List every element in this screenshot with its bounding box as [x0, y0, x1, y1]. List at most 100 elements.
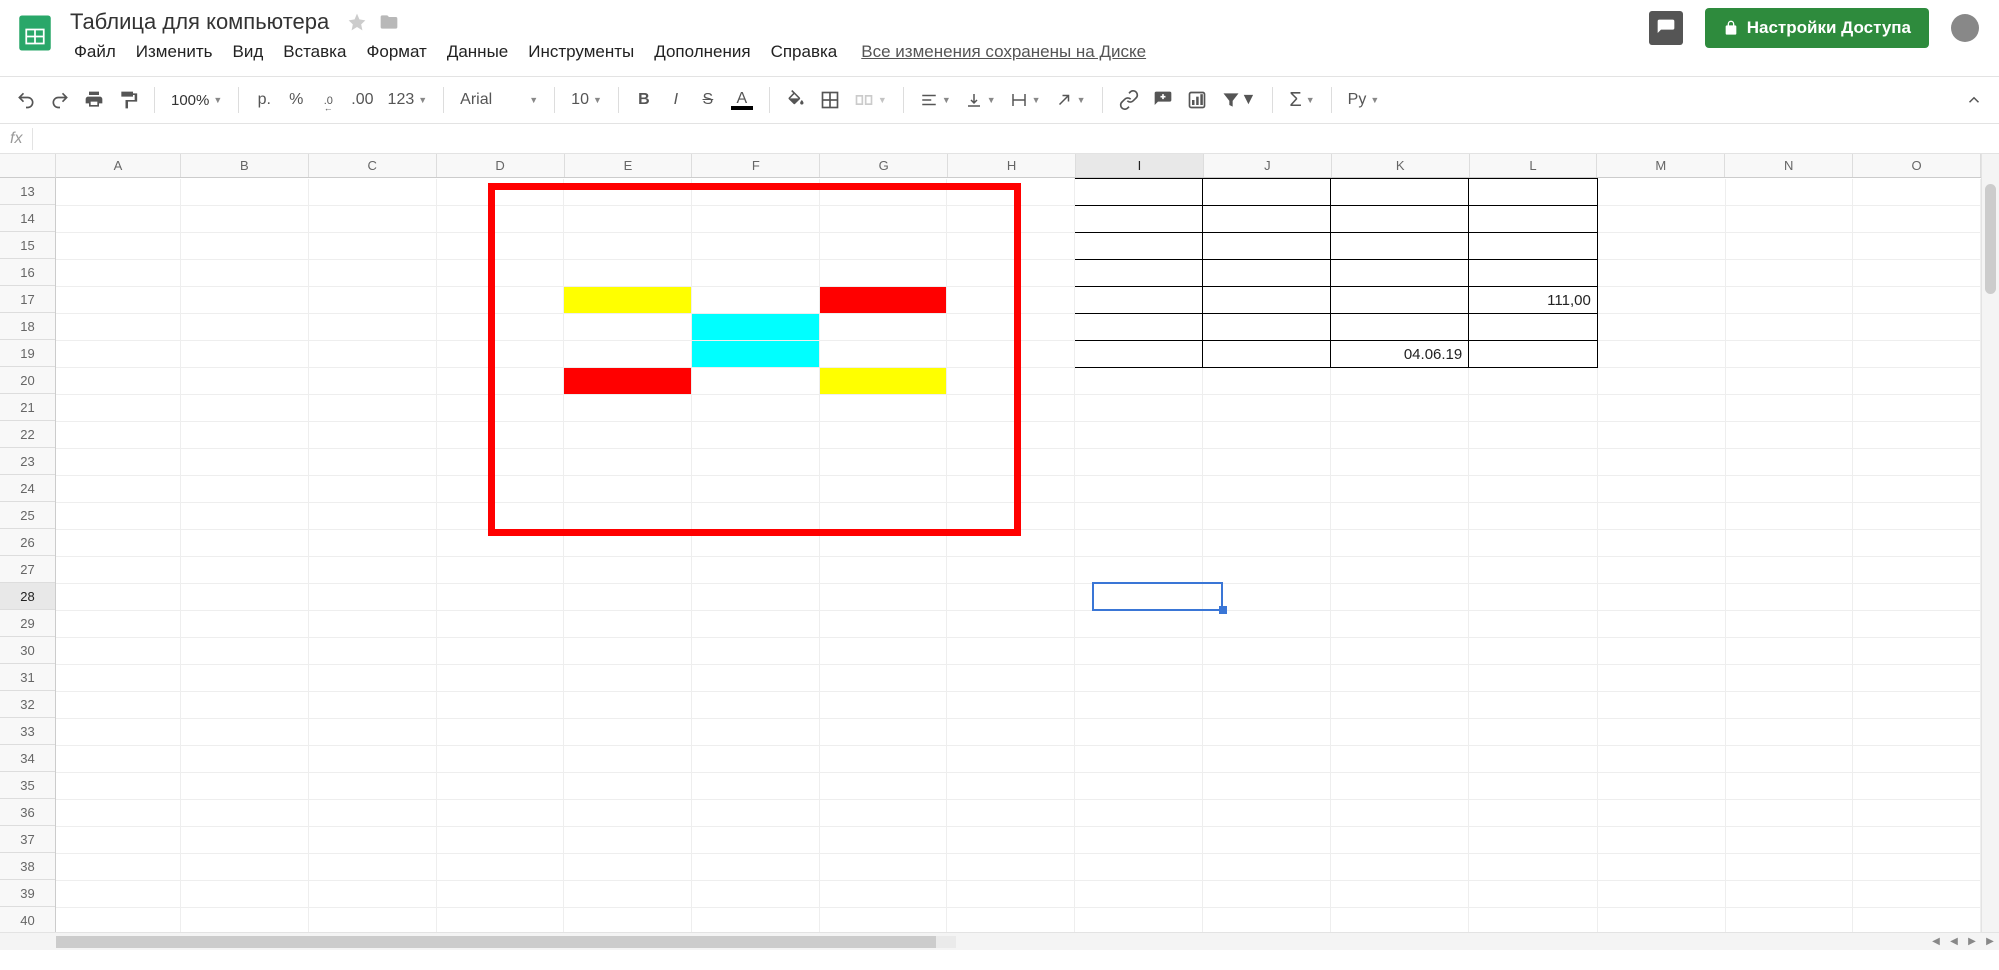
cell-N40[interactable] — [1725, 908, 1853, 933]
cell-G25[interactable] — [819, 503, 947, 530]
cell-F33[interactable] — [692, 719, 820, 746]
cell-K35[interactable] — [1330, 773, 1469, 800]
cell-L13[interactable] — [1469, 179, 1598, 206]
cell-H15[interactable] — [947, 233, 1075, 260]
cell-F18[interactable] — [692, 314, 820, 341]
cell-D20[interactable] — [436, 368, 564, 395]
cell-L34[interactable] — [1469, 746, 1598, 773]
cell-N23[interactable] — [1725, 449, 1853, 476]
cell-K23[interactable] — [1330, 449, 1469, 476]
cell-K24[interactable] — [1330, 476, 1469, 503]
borders-button[interactable] — [814, 84, 846, 116]
cell-O13[interactable] — [1853, 179, 1981, 206]
cell-G33[interactable] — [819, 719, 947, 746]
cell-K20[interactable] — [1330, 368, 1469, 395]
row-header-32[interactable]: 32 — [0, 691, 55, 718]
cell-H13[interactable] — [947, 179, 1075, 206]
cell-M13[interactable] — [1597, 179, 1725, 206]
cell-A33[interactable] — [56, 719, 181, 746]
sheet-nav-leftend[interactable]: ◀ — [1945, 933, 1963, 951]
select-all-corner[interactable] — [0, 154, 56, 178]
cell-L23[interactable] — [1469, 449, 1598, 476]
col-header-L[interactable]: L — [1470, 154, 1598, 177]
cell-H17[interactable] — [947, 287, 1075, 314]
cell-O39[interactable] — [1853, 881, 1981, 908]
print-button[interactable] — [78, 84, 110, 116]
cell-O33[interactable] — [1853, 719, 1981, 746]
cell-C31[interactable] — [308, 665, 436, 692]
cell-I26[interactable] — [1075, 530, 1203, 557]
cell-B39[interactable] — [181, 881, 309, 908]
cell-H25[interactable] — [947, 503, 1075, 530]
cell-L27[interactable] — [1469, 557, 1598, 584]
cell-E23[interactable] — [564, 449, 692, 476]
cell-I31[interactable] — [1075, 665, 1203, 692]
cell-E22[interactable] — [564, 422, 692, 449]
merge-cells-button[interactable]: ▼ — [848, 84, 893, 116]
cell-E39[interactable] — [564, 881, 692, 908]
cell-D17[interactable] — [436, 287, 564, 314]
cell-J37[interactable] — [1202, 827, 1330, 854]
account-avatar[interactable] — [1951, 14, 1979, 42]
cell-D15[interactable] — [436, 233, 564, 260]
menu-edit[interactable]: Изменить — [126, 38, 223, 66]
cell-J36[interactable] — [1202, 800, 1330, 827]
col-header-E[interactable]: E — [565, 154, 693, 177]
cell-K37[interactable] — [1330, 827, 1469, 854]
cell-I24[interactable] — [1075, 476, 1203, 503]
cell-I27[interactable] — [1075, 557, 1203, 584]
text-rotation-button[interactable]: ▼ — [1049, 84, 1092, 116]
doc-title[interactable]: Таблица для компьютера — [64, 7, 335, 37]
cell-D32[interactable] — [436, 692, 564, 719]
col-header-M[interactable]: M — [1597, 154, 1725, 177]
row-header-18[interactable]: 18 — [0, 313, 55, 340]
text-wrap-button[interactable]: ▼ — [1004, 84, 1047, 116]
cell-N30[interactable] — [1725, 638, 1853, 665]
cell-O36[interactable] — [1853, 800, 1981, 827]
cell-E36[interactable] — [564, 800, 692, 827]
cell-N27[interactable] — [1725, 557, 1853, 584]
cell-L17[interactable]: 111,00 — [1469, 287, 1598, 314]
cell-M18[interactable] — [1597, 314, 1725, 341]
cell-I22[interactable] — [1075, 422, 1203, 449]
cell-K19[interactable]: 04.06.19 — [1330, 341, 1469, 368]
cell-E29[interactable] — [564, 611, 692, 638]
number-format-dropdown[interactable]: 123▼ — [382, 84, 434, 116]
cell-J14[interactable] — [1202, 206, 1330, 233]
cell-F26[interactable] — [692, 530, 820, 557]
cell-B24[interactable] — [181, 476, 309, 503]
cell-A40[interactable] — [56, 908, 181, 933]
cell-O25[interactable] — [1853, 503, 1981, 530]
cell-M35[interactable] — [1597, 773, 1725, 800]
cell-M33[interactable] — [1597, 719, 1725, 746]
cell-G20[interactable] — [819, 368, 947, 395]
cell-O23[interactable] — [1853, 449, 1981, 476]
cell-K18[interactable] — [1330, 314, 1469, 341]
cell-G39[interactable] — [819, 881, 947, 908]
cell-J30[interactable] — [1202, 638, 1330, 665]
cell-K21[interactable] — [1330, 395, 1469, 422]
cell-C32[interactable] — [308, 692, 436, 719]
cell-I23[interactable] — [1075, 449, 1203, 476]
cell-F37[interactable] — [692, 827, 820, 854]
cell-D36[interactable] — [436, 800, 564, 827]
cell-A13[interactable] — [56, 179, 181, 206]
col-header-O[interactable]: O — [1853, 154, 1981, 177]
cell-N19[interactable] — [1725, 341, 1853, 368]
cell-O20[interactable] — [1853, 368, 1981, 395]
cell-B32[interactable] — [181, 692, 309, 719]
cell-E40[interactable] — [564, 908, 692, 933]
share-button[interactable]: Настройки Доступа — [1705, 8, 1929, 48]
cell-M19[interactable] — [1597, 341, 1725, 368]
cell-K38[interactable] — [1330, 854, 1469, 881]
cell-I14[interactable] — [1075, 206, 1203, 233]
cell-J35[interactable] — [1202, 773, 1330, 800]
cell-N14[interactable] — [1725, 206, 1853, 233]
cell-A34[interactable] — [56, 746, 181, 773]
cell-A37[interactable] — [56, 827, 181, 854]
cell-L29[interactable] — [1469, 611, 1598, 638]
cell-C36[interactable] — [308, 800, 436, 827]
row-header-30[interactable]: 30 — [0, 637, 55, 664]
cell-F14[interactable] — [692, 206, 820, 233]
cell-L26[interactable] — [1469, 530, 1598, 557]
